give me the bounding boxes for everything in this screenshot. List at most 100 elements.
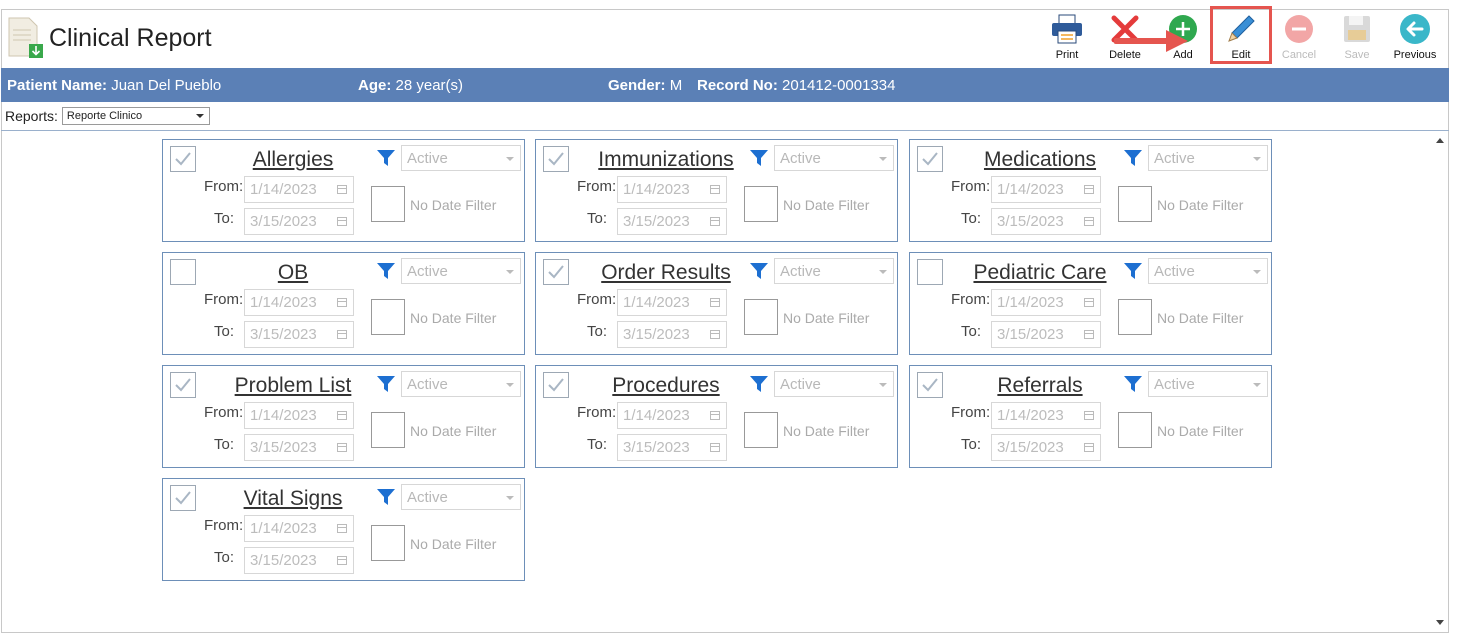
to-date-input[interactable]: 3/15/2023 [617, 434, 727, 461]
calendar-icon[interactable] [337, 524, 347, 533]
include-checkbox[interactable] [170, 372, 196, 398]
filter-icon[interactable] [376, 261, 396, 286]
status-select[interactable]: Active [401, 484, 521, 510]
no-date-filter-checkbox[interactable] [1118, 412, 1152, 448]
no-date-filter-checkbox[interactable] [371, 525, 405, 561]
include-checkbox[interactable] [917, 259, 943, 285]
no-date-filter-checkbox[interactable] [744, 299, 778, 335]
from-date-input[interactable]: 1/14/2023 [991, 289, 1101, 316]
add-button[interactable]: Add [1114, 12, 1212, 62]
filter-icon[interactable] [376, 487, 396, 512]
filter-icon[interactable] [376, 148, 396, 173]
section-title[interactable]: OB [203, 261, 383, 285]
include-checkbox[interactable] [917, 146, 943, 172]
calendar-icon[interactable] [337, 298, 347, 307]
calendar-icon[interactable] [1084, 185, 1094, 194]
status-select[interactable]: Active [401, 145, 521, 171]
calendar-icon[interactable] [710, 298, 720, 307]
to-date-input[interactable]: 3/15/2023 [244, 434, 354, 461]
section-title[interactable]: Vital Signs [203, 487, 383, 511]
to-date-input[interactable]: 3/15/2023 [991, 434, 1101, 461]
calendar-icon[interactable] [710, 330, 720, 339]
section-title[interactable]: Order Results [576, 261, 756, 285]
include-checkbox[interactable] [543, 146, 569, 172]
edit-button[interactable]: Edit [1210, 6, 1272, 64]
from-date-input[interactable]: 1/14/2023 [991, 402, 1101, 429]
section-title[interactable]: Allergies [203, 148, 383, 172]
to-date-input[interactable]: 3/15/2023 [244, 547, 354, 574]
include-checkbox[interactable] [917, 372, 943, 398]
status-select[interactable]: Active [1148, 371, 1268, 397]
from-date-input[interactable]: 1/14/2023 [991, 176, 1101, 203]
to-date-input[interactable]: 3/15/2023 [617, 208, 727, 235]
no-date-filter-checkbox[interactable] [371, 412, 405, 448]
section-title[interactable]: Medications [950, 148, 1130, 172]
status-select[interactable]: Active [774, 371, 894, 397]
status-select[interactable]: Active [401, 371, 521, 397]
to-date-input[interactable]: 3/15/2023 [244, 321, 354, 348]
calendar-icon[interactable] [710, 217, 720, 226]
calendar-icon[interactable] [710, 411, 720, 420]
include-checkbox[interactable] [170, 259, 196, 285]
filter-icon[interactable] [1123, 261, 1143, 286]
section-card-ob: OB Active From: 1/14/2023 To: 3/15/2023 … [162, 252, 525, 355]
no-date-filter-checkbox[interactable] [744, 186, 778, 222]
status-select[interactable]: Active [1148, 145, 1268, 171]
reports-select[interactable]: Reporte Clinico [61, 107, 210, 125]
from-date-input[interactable]: 1/14/2023 [617, 289, 727, 316]
include-checkbox[interactable] [170, 485, 196, 511]
include-checkbox[interactable] [543, 372, 569, 398]
calendar-icon[interactable] [337, 411, 347, 420]
filter-icon[interactable] [749, 148, 769, 173]
no-date-filter-checkbox[interactable] [1118, 186, 1152, 222]
previous-button[interactable]: Previous [1386, 12, 1444, 62]
no-date-filter-checkbox[interactable] [371, 186, 405, 222]
no-date-filter-checkbox[interactable] [371, 299, 405, 335]
to-date-input[interactable]: 3/15/2023 [244, 208, 354, 235]
calendar-icon[interactable] [337, 330, 347, 339]
from-date-input[interactable]: 1/14/2023 [244, 289, 354, 316]
calendar-icon[interactable] [337, 185, 347, 194]
no-date-filter-checkbox[interactable] [1118, 299, 1152, 335]
from-date-input[interactable]: 1/14/2023 [244, 176, 354, 203]
scroll-down-button[interactable] [1436, 620, 1444, 625]
status-select[interactable]: Active [774, 145, 894, 171]
calendar-icon[interactable] [710, 443, 720, 452]
filter-icon[interactable] [1123, 148, 1143, 173]
calendar-icon[interactable] [337, 556, 347, 565]
include-checkbox[interactable] [170, 146, 196, 172]
calendar-icon[interactable] [710, 185, 720, 194]
calendar-icon[interactable] [1084, 411, 1094, 420]
status-select[interactable]: Active [774, 258, 894, 284]
section-title[interactable]: Procedures [576, 374, 756, 398]
filter-icon[interactable] [1123, 374, 1143, 399]
include-checkbox[interactable] [543, 259, 569, 285]
no-date-filter-checkbox[interactable] [744, 412, 778, 448]
to-date-input[interactable]: 3/15/2023 [617, 321, 727, 348]
cancel-button[interactable]: Cancel [1270, 12, 1328, 62]
filter-icon[interactable] [749, 261, 769, 286]
section-title[interactable]: Immunizations [576, 148, 756, 172]
from-date-input[interactable]: 1/14/2023 [617, 176, 727, 203]
calendar-icon[interactable] [1084, 298, 1094, 307]
to-date-input[interactable]: 3/15/2023 [991, 321, 1101, 348]
filter-icon[interactable] [376, 374, 396, 399]
section-title[interactable]: Problem List [203, 374, 383, 398]
calendar-icon[interactable] [1084, 443, 1094, 452]
from-date-input[interactable]: 1/14/2023 [244, 402, 354, 429]
from-date-input[interactable]: 1/14/2023 [617, 402, 727, 429]
scroll-up-button[interactable] [1436, 138, 1444, 143]
calendar-icon[interactable] [1084, 217, 1094, 226]
calendar-icon[interactable] [337, 217, 347, 226]
section-title[interactable]: Pediatric Care [950, 261, 1130, 285]
from-date-input[interactable]: 1/14/2023 [244, 515, 354, 542]
to-date-input[interactable]: 3/15/2023 [991, 208, 1101, 235]
status-select[interactable]: Active [401, 258, 521, 284]
section-title[interactable]: Referrals [950, 374, 1130, 398]
filter-icon[interactable] [749, 374, 769, 399]
save-button[interactable]: Save [1328, 12, 1386, 62]
calendar-icon[interactable] [1084, 330, 1094, 339]
print-button[interactable]: Print [1038, 12, 1096, 62]
calendar-icon[interactable] [337, 443, 347, 452]
status-select[interactable]: Active [1148, 258, 1268, 284]
